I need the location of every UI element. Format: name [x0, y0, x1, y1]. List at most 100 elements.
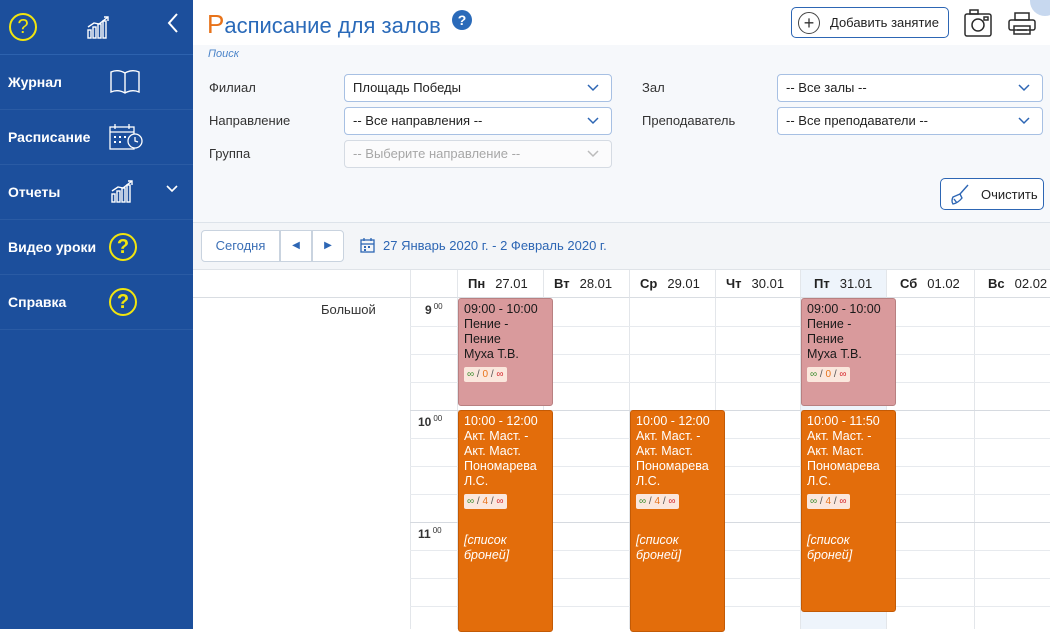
- sidebar-item-journal[interactable]: Журнал: [0, 55, 193, 110]
- sidebar-item-label: Отчеты: [8, 184, 61, 200]
- event-title: Пение -: [807, 317, 852, 331]
- capacity-badge: ∞ / 4 / ∞: [464, 494, 507, 509]
- event-title: Акт. Маст. -: [807, 429, 872, 443]
- hall-label: Зал: [642, 80, 665, 95]
- event-time: 09:00 - 10:00: [807, 302, 881, 316]
- help-icon[interactable]: ?: [9, 13, 37, 41]
- event-subtitle: Акт. Маст.: [636, 444, 693, 458]
- event-subtitle: Акт. Маст.: [464, 444, 521, 458]
- event-card[interactable]: 10:00 - 12:00 Акт. Маст. - Акт. Маст. По…: [630, 410, 725, 632]
- event-title: Акт. Маст. -: [636, 429, 701, 443]
- direction-select[interactable]: -- Все направления --: [344, 107, 612, 135]
- event-subtitle: Акт. Маст.: [807, 444, 864, 458]
- broom-icon: [951, 184, 969, 205]
- capacity-badge: ∞ / 4 / ∞: [636, 494, 679, 509]
- event-teacher: Пономарева: [636, 459, 709, 473]
- event-teacher-initials: Л.С.: [636, 474, 661, 488]
- help-icon[interactable]: ?: [452, 10, 472, 30]
- page-title: Расписание для залов: [207, 9, 441, 40]
- branch-select-value: Площадь Победы: [353, 80, 461, 95]
- event-card[interactable]: 09:00 - 10:00 Пение - Пение Муха Т.В. ∞ …: [458, 298, 553, 406]
- chart-icon: [111, 180, 133, 203]
- teacher-label: Преподаватель: [642, 113, 736, 128]
- sidebar-item-reports[interactable]: Отчеты: [0, 165, 193, 220]
- collapse-sidebar-icon[interactable]: [167, 12, 179, 40]
- event-card[interactable]: 10:00 - 11:50 Акт. Маст. - Акт. Маст. По…: [801, 410, 896, 612]
- day-header-wed: Ср 29.01: [629, 270, 715, 298]
- direction-select-value: -- Все направления --: [353, 113, 483, 128]
- sidebar-item-label: Расписание: [8, 129, 91, 145]
- day-header-mon: Пн 27.01: [457, 270, 543, 298]
- book-icon: [110, 70, 140, 94]
- branch-label: Филиал: [209, 80, 256, 95]
- hour-label: 9 00: [425, 302, 443, 317]
- event-teacher: Муха Т.В.: [807, 347, 862, 361]
- clear-button[interactable]: Очистить: [940, 178, 1044, 210]
- prev-week-button[interactable]: ◀: [280, 230, 312, 262]
- sidebar-item-video-lessons[interactable]: Видео уроки ?: [0, 220, 193, 275]
- group-select[interactable]: -- Выберите направление --: [344, 140, 612, 168]
- sidebar-item-label: Видео уроки: [8, 239, 97, 255]
- event-teacher: Пономарева: [807, 459, 880, 473]
- event-card[interactable]: 10:00 - 12:00 Акт. Маст. - Акт. Маст. По…: [458, 410, 553, 632]
- branch-select[interactable]: Площадь Победы: [344, 74, 612, 102]
- event-teacher: Пономарева: [464, 459, 537, 473]
- hall-select[interactable]: -- Все залы --: [777, 74, 1043, 102]
- next-week-button[interactable]: ▶: [312, 230, 344, 262]
- bookings-list-link[interactable]: [список броней]: [636, 533, 719, 563]
- teacher-select[interactable]: -- Все преподаватели --: [777, 107, 1043, 135]
- today-button[interactable]: Сегодня: [201, 230, 280, 262]
- day-header-sat: Сб 01.02: [886, 270, 974, 298]
- capacity-badge: ∞ / 0 / ∞: [807, 367, 850, 382]
- capacity-badge: ∞ / 4 / ∞: [807, 494, 850, 509]
- event-card[interactable]: 09:00 - 10:00 Пение - Пение Муха Т.В. ∞ …: [801, 298, 896, 406]
- printer-icon[interactable]: [1007, 12, 1037, 36]
- help-icon: ?: [109, 288, 137, 316]
- chevron-down-icon: [587, 84, 599, 92]
- chevron-down-icon[interactable]: [165, 184, 179, 194]
- plus-icon: +: [798, 11, 820, 34]
- calendar-grid: Пн 27.01 Вт 28.01 Ср 29.01 Чт 30.01 Пт 31.01 …: [193, 270, 1050, 632]
- group-label: Группа: [209, 146, 251, 161]
- search-label: Поиск: [208, 48, 239, 60]
- day-header-tue: Вт 28.01: [543, 270, 629, 298]
- add-lesson-label: Добавить занятие: [830, 15, 939, 30]
- calendar-icon: [360, 238, 375, 253]
- hour-label: 10 00: [418, 414, 443, 429]
- sidebar: ? Журнал Расписание Отчеты Видео уроки ?…: [0, 0, 193, 629]
- chart-icon[interactable]: [86, 14, 112, 40]
- camera-icon[interactable]: [963, 8, 993, 38]
- event-time: 10:00 - 11:50: [807, 414, 880, 428]
- sidebar-item-schedule[interactable]: Расписание: [0, 110, 193, 165]
- event-subtitle: Пение: [464, 332, 501, 346]
- event-time: 10:00 - 12:00: [464, 414, 538, 428]
- chevron-down-icon: [1018, 84, 1030, 92]
- sidebar-item-label: Журнал: [8, 74, 62, 90]
- event-teacher-initials: Л.С.: [464, 474, 489, 488]
- bookings-list-link[interactable]: [список броней]: [807, 533, 890, 563]
- bookings-list-link[interactable]: [список броней]: [464, 533, 547, 563]
- chevron-down-icon: [587, 150, 599, 158]
- next-icon: ▶: [324, 240, 332, 251]
- clear-label: Очистить: [981, 186, 1038, 202]
- event-title: Пение -: [464, 317, 509, 331]
- chevron-down-icon: [587, 117, 599, 125]
- prev-icon: ◀: [292, 240, 300, 251]
- direction-label: Направление: [209, 113, 291, 128]
- date-range[interactable]: 27 Январь 2020 г. - 2 Февраль 2020 г.: [360, 237, 607, 253]
- sidebar-header: ?: [0, 0, 193, 55]
- sidebar-item-label: Справка: [8, 294, 67, 310]
- date-range-text: 27 Январь 2020 г. - 2 Февраль 2020 г.: [383, 237, 607, 253]
- page-title-first-letter: Р: [207, 9, 225, 39]
- add-lesson-button[interactable]: + Добавить занятие: [791, 7, 949, 38]
- help-icon: ?: [109, 233, 137, 261]
- event-time: 09:00 - 10:00: [464, 302, 538, 316]
- calendar-clock-icon: [109, 124, 143, 150]
- event-subtitle: Пение: [807, 332, 844, 346]
- event-title: Акт. Маст. -: [464, 429, 529, 443]
- chevron-down-icon: [1018, 117, 1030, 125]
- time-column-header: [410, 270, 457, 298]
- hall-select-value: -- Все залы --: [786, 80, 867, 95]
- event-time: 10:00 - 12:00: [636, 414, 710, 428]
- sidebar-item-help[interactable]: Справка ?: [0, 275, 193, 330]
